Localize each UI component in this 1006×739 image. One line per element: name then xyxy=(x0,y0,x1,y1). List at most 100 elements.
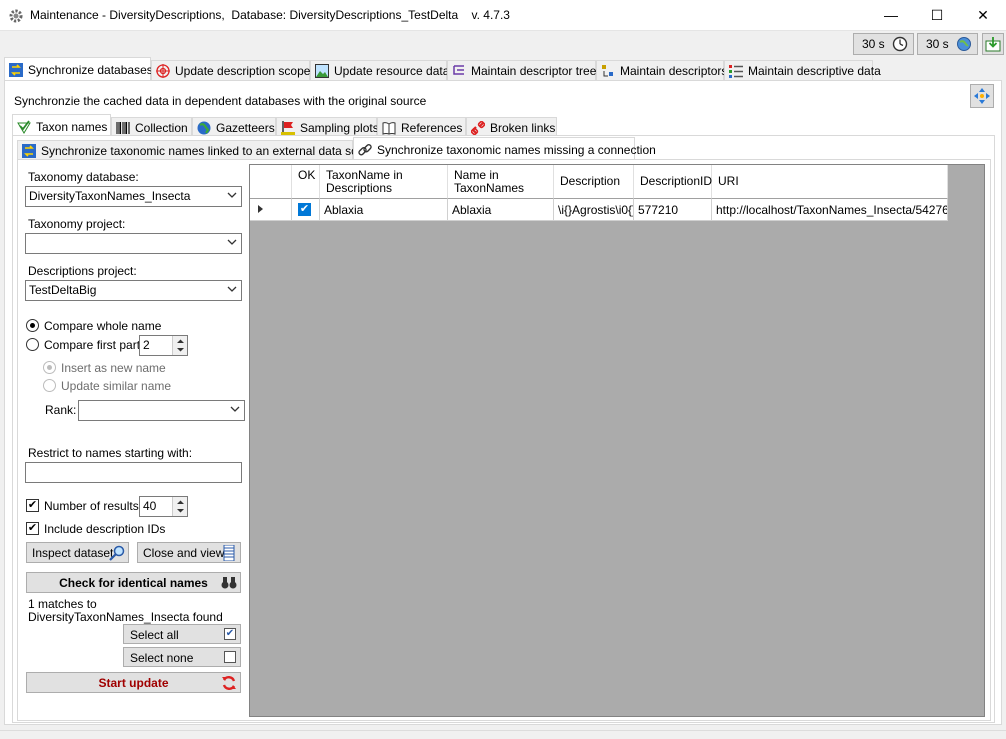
column-header-taxon-name[interactable]: TaxonName in Descriptions xyxy=(320,165,448,199)
inspect-dataset-button[interactable]: Inspect dataset xyxy=(26,542,129,563)
tab-sampling-plots[interactable]: Sampling plots xyxy=(276,117,379,137)
help-button[interactable] xyxy=(970,84,994,108)
minimize-button[interactable]: — xyxy=(868,0,914,31)
include-ids-label: Include description IDs xyxy=(44,522,166,536)
descriptions-project-label: Descriptions project: xyxy=(28,264,137,278)
select-all-button[interactable]: Select all ✔ xyxy=(123,624,241,644)
tab-gazetteers[interactable]: Gazetteers xyxy=(192,117,276,137)
row-ok-checkbox[interactable]: ✔ xyxy=(298,203,311,216)
tab-label: References xyxy=(401,121,463,135)
timer-button-2[interactable]: 30 s xyxy=(917,33,978,55)
book-icon xyxy=(382,122,396,135)
current-row-icon xyxy=(258,205,263,213)
tab-label: Broken links xyxy=(490,121,556,135)
cell-ok[interactable]: ✔ xyxy=(292,199,320,221)
tab-label: Taxon names xyxy=(36,120,108,134)
row-header[interactable] xyxy=(250,199,292,221)
timer-2-label: 30 s xyxy=(926,37,949,51)
rank-label: Rank: xyxy=(45,403,77,417)
link-icon xyxy=(358,144,372,156)
cell-name-in-taxonnames[interactable]: Ablaxia xyxy=(448,199,554,221)
tab-broken-links[interactable]: Broken links xyxy=(466,117,557,137)
column-header-description[interactable]: Description xyxy=(554,165,634,199)
tab-references[interactable]: References xyxy=(377,117,466,137)
gear-icon xyxy=(9,9,23,23)
up-down-icon xyxy=(177,500,184,513)
cell-description[interactable]: \i{}Agrostis\i0{} xyxy=(554,199,634,221)
globe-clock-icon xyxy=(957,37,971,51)
tab-collection[interactable]: Collection xyxy=(111,117,192,137)
taxonomy-project-select[interactable] xyxy=(25,233,242,254)
num-results-stepper[interactable]: 40 xyxy=(139,496,188,517)
sync-db-icon xyxy=(9,63,23,77)
broken-link-icon xyxy=(471,121,485,135)
column-header-uri[interactable]: URI xyxy=(712,165,948,199)
cell-description-id[interactable]: 577210 xyxy=(634,199,712,221)
update-similar-label: Update similar name xyxy=(61,379,172,393)
stepper-arrows[interactable] xyxy=(172,336,187,355)
tab-sync-missing-names[interactable]: Synchronize taxonomic names missing a co… xyxy=(353,137,656,160)
results-grid[interactable]: OK TaxonName in Descriptions Name in Tax… xyxy=(249,164,985,717)
tab-synchronize-databases[interactable]: Synchronize databases xyxy=(4,57,153,81)
cell-taxon-name[interactable]: Ablaxia xyxy=(320,199,448,221)
grid-view-icon xyxy=(223,545,235,561)
include-ids-checkbox[interactable]: ✔ xyxy=(26,522,39,535)
compare-parts-value: 2 xyxy=(143,338,150,352)
tab-maintain-descriptive-data[interactable]: Maintain descriptive data xyxy=(724,60,881,80)
timer-1-label: 30 s xyxy=(862,37,885,51)
compare-first-label: Compare first parts xyxy=(44,338,147,352)
status-strip xyxy=(0,730,1006,739)
taxon-check-icon xyxy=(17,120,31,134)
tab-label: Synchronize taxonomic names linked to an… xyxy=(41,144,382,158)
select-none-label: Select none xyxy=(130,651,194,665)
compare-parts-stepper[interactable]: 2 xyxy=(139,335,188,356)
chevron-down-icon xyxy=(227,286,237,292)
column-header-name-in-taxonnames[interactable]: Name in TaxonNames xyxy=(448,165,554,199)
column-header-description-id[interactable]: DescriptionID xyxy=(634,165,712,199)
update-similar-radio[interactable] xyxy=(43,379,56,392)
column-header-ok[interactable]: OK xyxy=(292,165,320,199)
close-button[interactable]: ✕ xyxy=(960,0,1006,31)
stepper-arrows[interactable] xyxy=(172,497,187,516)
taxonomy-project-label: Taxonomy project: xyxy=(28,217,126,231)
descriptions-project-select[interactable]: TestDeltaBig xyxy=(25,280,242,301)
check-identical-names-button[interactable]: Check for identical names xyxy=(26,572,241,593)
taxonomy-db-select[interactable]: DiversityTaxonNames_Insecta xyxy=(25,186,242,207)
taxonomy-db-value: DiversityTaxonNames_Insecta xyxy=(29,189,191,203)
select-all-label: Select all xyxy=(130,628,179,642)
tab-sync-linked-names[interactable]: Synchronize taxonomic names linked to an… xyxy=(17,140,381,160)
close-and-view-button[interactable]: Close and view xyxy=(137,542,241,563)
tree-icon xyxy=(453,65,464,75)
select-none-button[interactable]: Select none xyxy=(123,647,241,667)
tab-update-resource-data[interactable]: Update resource data xyxy=(310,60,449,80)
tab-label: Synchronize taxonomic names missing a co… xyxy=(377,143,656,157)
taxonomy-db-label: Taxonomy database: xyxy=(28,170,139,184)
image-icon xyxy=(315,64,329,78)
insert-new-radio[interactable] xyxy=(43,361,56,374)
tab-update-description-scopes[interactable]: Update description scopes xyxy=(151,60,316,80)
timer-button-1[interactable]: 30 s xyxy=(853,33,914,55)
tab-label: Gazetteers xyxy=(216,121,275,135)
binoculars-icon xyxy=(221,577,237,589)
restrict-input[interactable] xyxy=(25,462,242,483)
export-button[interactable] xyxy=(982,33,1004,55)
window-title: Maintenance - DiversityDescriptions, Dat… xyxy=(30,8,510,22)
tab-taxon-names[interactable]: Taxon names xyxy=(12,114,111,136)
flag-icon xyxy=(281,121,295,135)
tab-label: Synchronize databases xyxy=(28,63,153,77)
row-header-corner xyxy=(250,165,292,199)
tab-label: Maintain descriptors xyxy=(620,64,728,78)
start-update-button[interactable]: Start update xyxy=(26,672,241,693)
cell-uri[interactable]: http://localhost/TaxonNames_Insecta/5427… xyxy=(712,199,948,221)
compare-whole-radio[interactable] xyxy=(26,319,39,332)
num-results-checkbox[interactable]: ✔ xyxy=(26,499,39,512)
check-identical-names-label: Check for identical names xyxy=(59,576,208,590)
rank-select[interactable] xyxy=(78,400,245,421)
target-icon xyxy=(156,64,170,78)
close-and-view-label: Close and view xyxy=(143,546,225,560)
maximize-button[interactable]: ☐ xyxy=(914,0,960,31)
tab-maintain-descriptor-trees[interactable]: Maintain descriptor trees xyxy=(447,60,602,80)
magnifier-icon xyxy=(109,545,125,561)
tab-maintain-descriptors[interactable]: Maintain descriptors xyxy=(596,60,728,80)
compare-first-radio[interactable] xyxy=(26,338,39,351)
